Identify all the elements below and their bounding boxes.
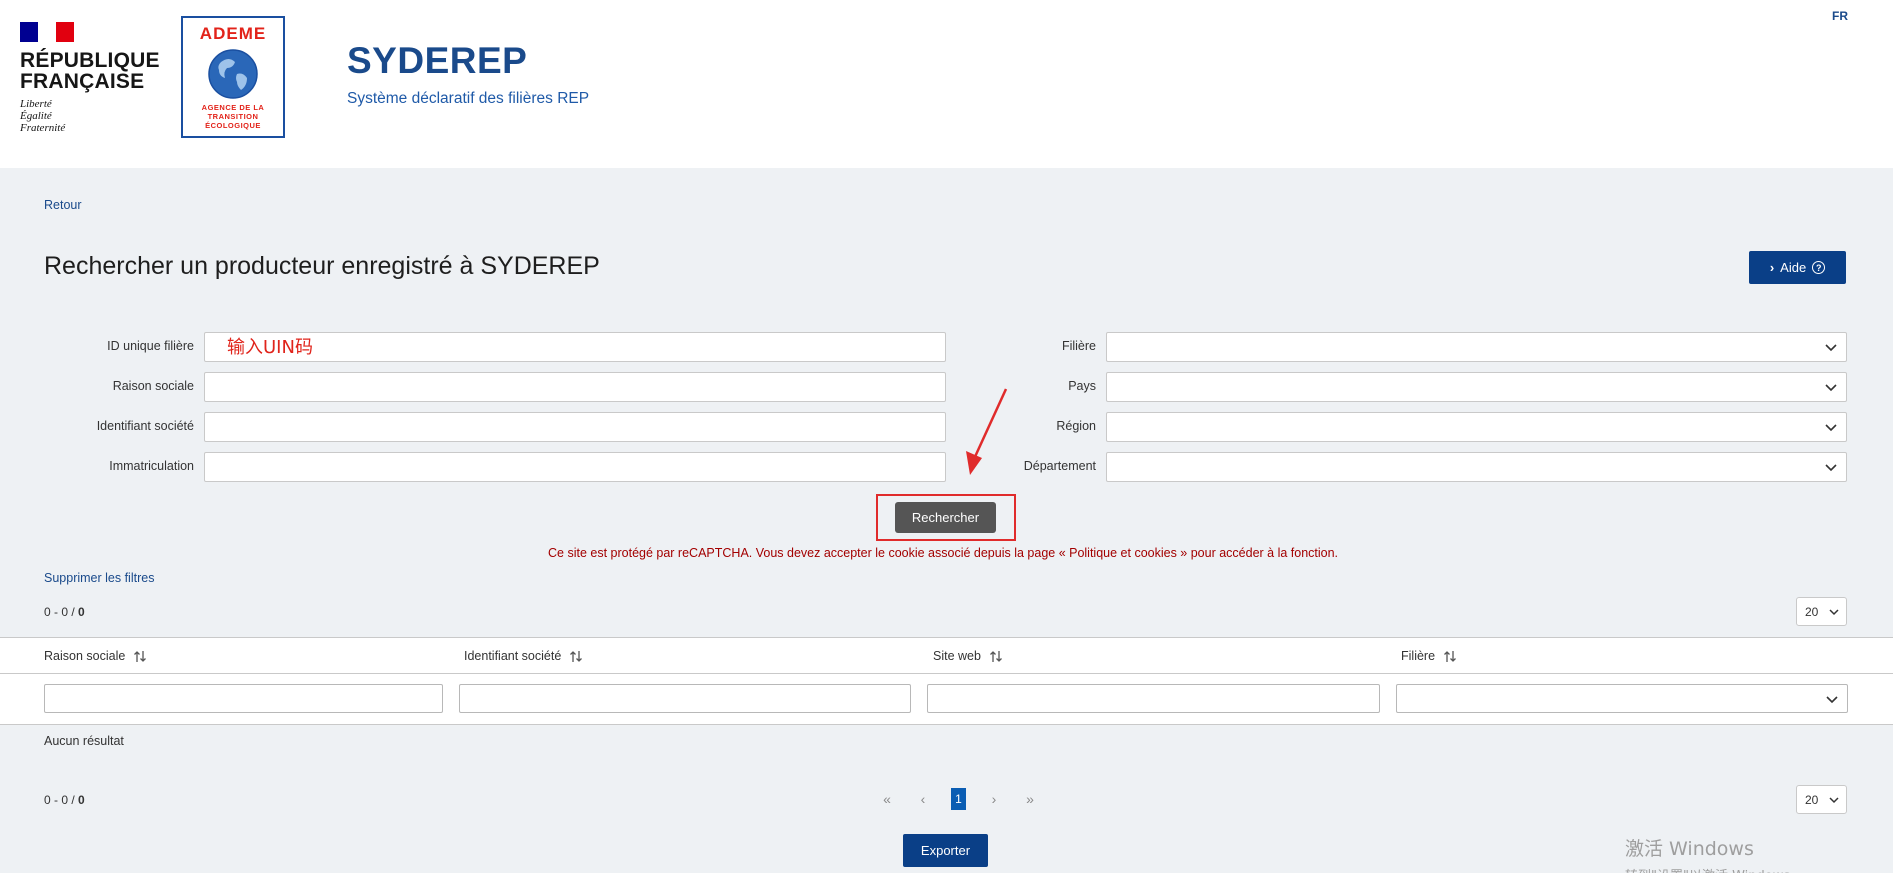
- next-page-button[interactable]: ›: [976, 791, 1012, 807]
- current-page[interactable]: 1: [951, 788, 966, 810]
- back-link[interactable]: Retour: [44, 198, 82, 212]
- page-title: Rechercher un producteur enregistré à SY…: [44, 252, 600, 280]
- previous-page-button[interactable]: ‹: [905, 791, 941, 807]
- search-button[interactable]: Rechercher: [895, 502, 996, 533]
- column-label: Filière: [1401, 649, 1436, 663]
- export-button[interactable]: Exporter: [903, 834, 988, 867]
- globe-icon: [208, 49, 258, 99]
- immatriculation-input[interactable]: [204, 452, 946, 482]
- syderep-brand[interactable]: SYDEREP Système déclaratif des filières …: [347, 40, 589, 108]
- question-circle-icon: ?: [1812, 261, 1826, 274]
- republique-francaise-logo[interactable]: RÉPUBLIQUE FRANÇAISE Liberté Égalité Fra…: [20, 22, 160, 134]
- label-id-unique-filiere: ID unique filière: [107, 339, 194, 353]
- chevron-down-icon: [1825, 424, 1837, 432]
- chevron-right-icon: ›: [1769, 260, 1775, 275]
- chevron-down-icon: [1825, 384, 1837, 392]
- results-range: 0 - 0 /: [44, 605, 79, 619]
- per-page-select-bottom[interactable]: 20: [1796, 785, 1847, 814]
- help-button-label: Aide: [1780, 260, 1807, 275]
- help-button[interactable]: › Aide ?: [1749, 251, 1846, 284]
- results-count-bottom: 0 - 0 / 0: [44, 793, 85, 807]
- filter-raison-sociale-input[interactable]: [44, 684, 443, 713]
- immatriculation-field[interactable]: [205, 453, 945, 481]
- language-selector[interactable]: FR: [1832, 9, 1848, 23]
- departement-select[interactable]: [1106, 452, 1847, 482]
- column-filiere[interactable]: Filière: [1401, 649, 1457, 663]
- ademe-title: ADEME: [199, 24, 267, 43]
- french-flag-icon: [20, 22, 74, 42]
- results-range: 0 - 0 /: [44, 793, 79, 807]
- ademe-subtitle: AGENCE DE LA TRANSITION ÉCOLOGIQUE: [183, 103, 283, 130]
- rf-name-line1: RÉPUBLIQUE: [20, 49, 160, 72]
- ademe-sub-2: TRANSITION: [207, 112, 259, 121]
- last-page-button[interactable]: »: [1012, 791, 1048, 807]
- results-total: 0: [78, 605, 85, 619]
- filter-filiere-select[interactable]: [1396, 684, 1848, 713]
- chevron-down-icon: [1829, 609, 1839, 616]
- rf-motto-3: Fraternité: [20, 122, 66, 134]
- region-select[interactable]: [1106, 412, 1847, 442]
- column-site-web[interactable]: Site web: [933, 649, 1003, 663]
- column-label: Identifiant société: [464, 649, 562, 663]
- label-raison-sociale: Raison sociale: [112, 379, 194, 393]
- rf-motto-2: Égalité: [20, 110, 52, 122]
- results-count-top: 0 - 0 / 0: [44, 605, 85, 619]
- brand-title: SYDEREP: [347, 40, 528, 81]
- results-table-header: Raison sociale Identifiant société Site …: [0, 637, 1893, 674]
- rf-name: RÉPUBLIQUE FRANÇAISE: [20, 50, 160, 92]
- label-filiere: Filière: [1061, 339, 1096, 353]
- windows-activation-watermark: 激活 Windows 转到"设置"以激活 Windows。: [1625, 834, 1803, 873]
- results-filter-row: [0, 674, 1893, 725]
- first-page-button[interactable]: «: [869, 791, 905, 807]
- id-unique-filiere-field[interactable]: [205, 333, 945, 361]
- brand-subtitle: Système déclaratif des filières REP: [347, 90, 590, 107]
- filter-site-web-input[interactable]: [927, 684, 1380, 713]
- per-page-select-top[interactable]: 20: [1796, 597, 1847, 626]
- identifiant-societe-field[interactable]: [205, 413, 945, 441]
- rf-name-line2: FRANÇAISE: [20, 70, 145, 93]
- clear-filters-link[interactable]: Supprimer les filtres: [44, 571, 154, 585]
- id-unique-filiere-input[interactable]: [204, 332, 946, 362]
- annotation-arrow-icon: [966, 388, 1008, 475]
- ademe-logo[interactable]: ADEME AGENCE DE LA TRANSITION ÉCOLOGIQUE: [181, 16, 285, 138]
- sort-icon[interactable]: [1443, 650, 1457, 663]
- ademe-sub-3: ÉCOLOGIQUE: [205, 121, 261, 130]
- filiere-select[interactable]: [1106, 332, 1847, 362]
- sort-icon[interactable]: [989, 650, 1003, 663]
- column-label: Raison sociale: [44, 649, 126, 663]
- empty-results-message: Aucun résultat: [44, 734, 124, 748]
- results-total: 0: [78, 793, 85, 807]
- rf-motto-1: Liberté: [20, 98, 52, 110]
- column-identifiant-societe[interactable]: Identifiant société: [464, 649, 583, 663]
- rf-motto: Liberté Égalité Fraternité: [20, 98, 160, 134]
- recaptcha-notice: Ce site est protégé par reCAPTCHA. Vous …: [548, 546, 1339, 560]
- chevron-down-icon: [1825, 464, 1837, 472]
- chevron-down-icon: [1825, 344, 1837, 352]
- label-identifiant-societe: Identifiant société: [96, 419, 194, 433]
- pays-select[interactable]: [1106, 372, 1847, 402]
- per-page-value: 20: [1805, 604, 1819, 619]
- column-label: Site web: [933, 649, 981, 663]
- raison-sociale-field[interactable]: [205, 373, 945, 401]
- column-raison-sociale[interactable]: Raison sociale: [44, 649, 147, 663]
- per-page-value: 20: [1805, 792, 1819, 807]
- filter-identifiant-societe-input[interactable]: [459, 684, 911, 713]
- raison-sociale-input[interactable]: [204, 372, 946, 402]
- watermark-line1: 激活 Windows: [1625, 838, 1754, 860]
- watermark-line2: 转到"设置"以激活 Windows。: [1625, 865, 1803, 873]
- sort-icon[interactable]: [569, 650, 583, 663]
- chevron-down-icon: [1829, 797, 1839, 804]
- identifiant-societe-input[interactable]: [204, 412, 946, 442]
- sort-icon[interactable]: [133, 650, 147, 663]
- site-header: RÉPUBLIQUE FRANÇAISE Liberté Égalité Fra…: [0, 0, 1893, 168]
- ademe-sub-1: AGENCE DE LA: [201, 103, 265, 112]
- chevron-down-icon: [1826, 696, 1838, 704]
- label-immatriculation: Immatriculation: [109, 459, 194, 473]
- pagination: « ‹ 1 › »: [869, 788, 1048, 810]
